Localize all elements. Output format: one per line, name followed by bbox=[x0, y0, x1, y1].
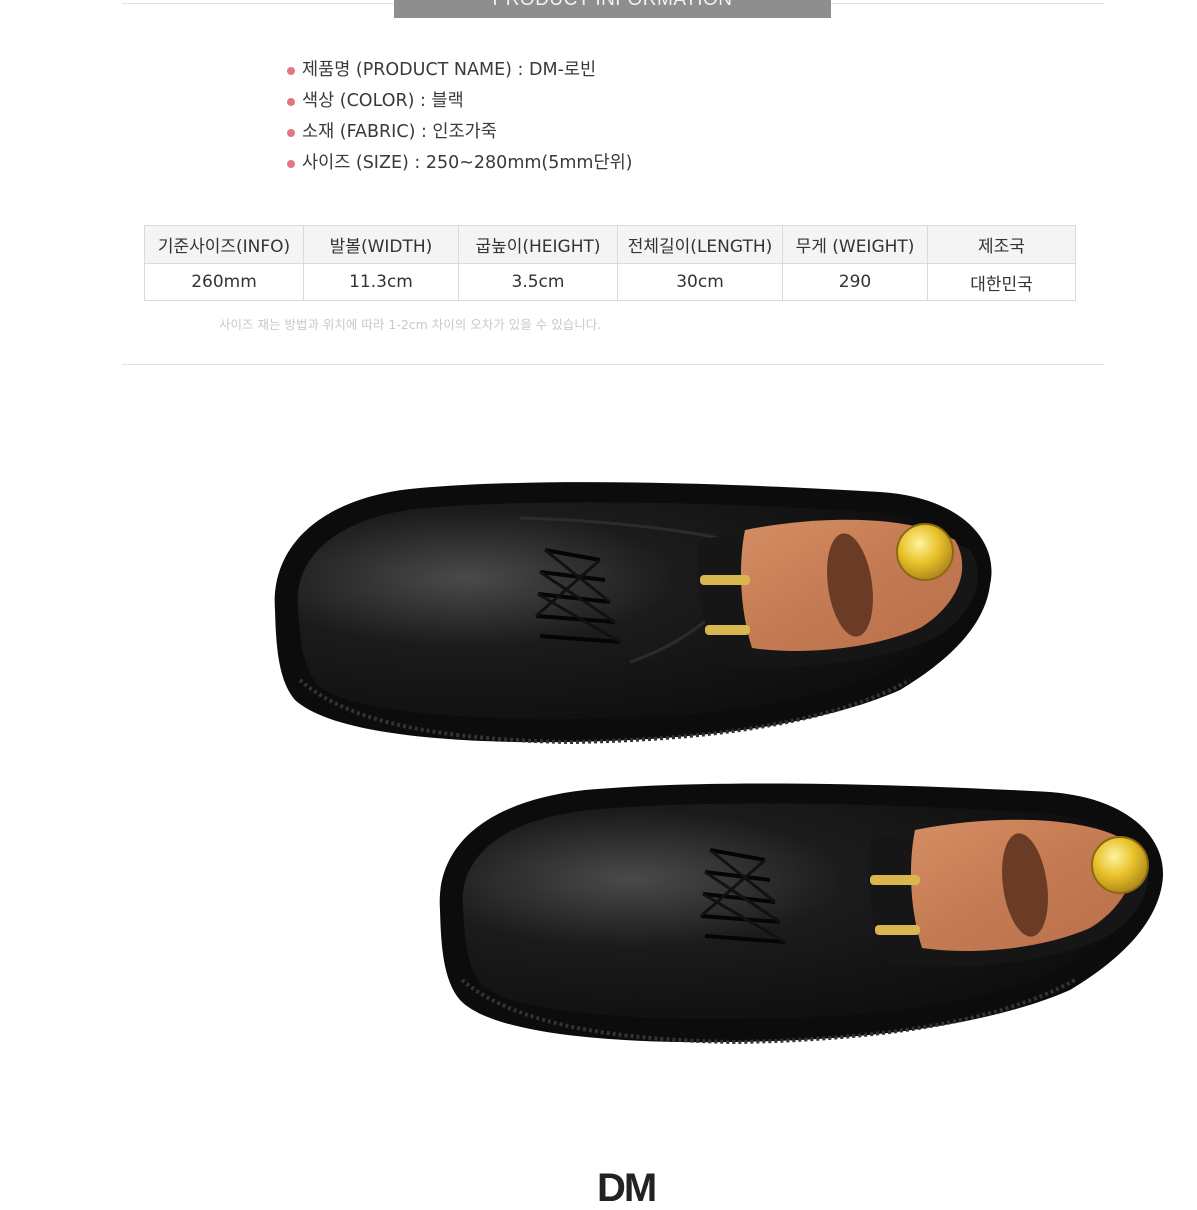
header-width: 발볼(WIDTH) bbox=[303, 225, 459, 264]
header-height: 굽높이(HEIGHT) bbox=[458, 225, 618, 264]
header-weight: 무게 (WEIGHT) bbox=[782, 225, 928, 264]
bullet-icon bbox=[287, 128, 295, 137]
spec-item-color: 색상 (COLOR) : 블랙 bbox=[287, 84, 633, 115]
spec-item-fabric: 소재 (FABRIC) : 인조가죽 bbox=[287, 115, 633, 146]
bullet-icon bbox=[287, 97, 295, 106]
cell-height: 3.5cm bbox=[458, 263, 618, 301]
spec-list: 제품명 (PRODUCT NAME) : DM-로빈 색상 (COLOR) : … bbox=[287, 53, 633, 177]
cell-info: 260mm bbox=[144, 263, 304, 301]
table-row: 260mm 11.3cm 3.5cm 30cm 290 대한민국 bbox=[144, 263, 1076, 301]
header-length: 전체길이(LENGTH) bbox=[617, 225, 783, 264]
section-banner: PRODUCT INFORMATION bbox=[394, 0, 831, 18]
bullet-icon bbox=[287, 159, 295, 168]
header-info: 기준사이즈(INFO) bbox=[144, 225, 304, 264]
cell-origin: 대한민국 bbox=[927, 263, 1076, 301]
shoe-top bbox=[274, 482, 992, 745]
size-table: 기준사이즈(INFO) 발볼(WIDTH) 굽높이(HEIGHT) 전체길이(L… bbox=[144, 225, 1076, 301]
cell-width: 11.3cm bbox=[303, 263, 459, 301]
size-note: 사이즈 재는 방법과 위치에 따라 1-2cm 차이의 오차가 있을 수 있습니… bbox=[219, 317, 602, 332]
brand-logo: DM bbox=[597, 1166, 657, 1210]
shoe-bottom bbox=[439, 783, 1164, 1045]
header-origin: 제조국 bbox=[927, 225, 1076, 264]
spec-item-product-name: 제품명 (PRODUCT NAME) : DM-로빈 bbox=[287, 53, 633, 84]
cell-length: 30cm bbox=[617, 263, 783, 301]
cell-weight: 290 bbox=[782, 263, 928, 301]
bullet-icon bbox=[287, 66, 295, 75]
section-divider bbox=[122, 364, 1104, 365]
spec-item-size: 사이즈 (SIZE) : 250~280mm(5mm단위) bbox=[287, 146, 633, 177]
table-header-row: 기준사이즈(INFO) 발볼(WIDTH) 굽높이(HEIGHT) 전체길이(L… bbox=[144, 225, 1076, 264]
product-photo bbox=[274, 482, 1164, 1045]
